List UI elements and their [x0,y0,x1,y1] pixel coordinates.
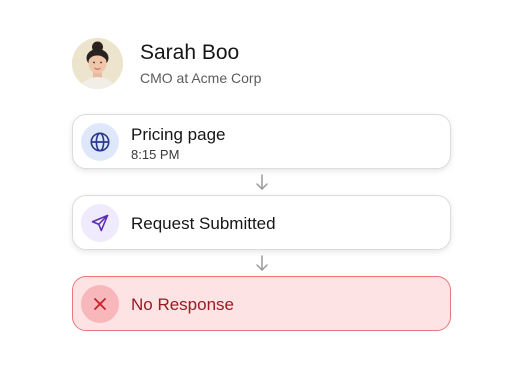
send-icon [81,204,119,242]
avatar [72,38,123,89]
contact-role: CMO at Acme Corp [140,70,262,86]
step-card-no-response[interactable]: No Response [72,276,451,331]
arrow-down-icon [253,172,271,194]
contact-name: Sarah Boo [140,41,240,64]
contact-header: Sarah Boo CMO at Acme Corp [72,38,372,90]
close-icon [81,285,119,323]
arrow-down-icon [253,253,271,275]
step-card-request-submitted[interactable]: Request Submitted [72,195,451,250]
step-time: 8:15 PM [131,147,180,162]
globe-icon [81,123,119,161]
step-title: Request Submitted [131,214,276,233]
step-title: Pricing page [131,125,226,144]
activity-timeline: Sarah Boo CMO at Acme Corp Pricing page … [0,0,524,370]
step-title: No Response [131,295,235,314]
step-card-pricing-page[interactable]: Pricing page 8:15 PM [72,114,451,169]
